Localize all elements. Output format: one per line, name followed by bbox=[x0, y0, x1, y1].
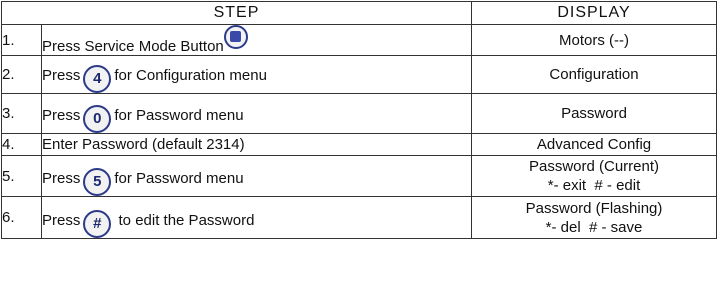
step-text: Press 5 for Password menu bbox=[40, 155, 473, 197]
step-text: Press 0 for Password menu bbox=[40, 93, 473, 134]
table-row: 2. Press 4 for Configuration menu Configur… bbox=[1, 55, 718, 94]
step-number: 5. bbox=[1, 155, 42, 197]
display-text: Advanced Config bbox=[471, 133, 718, 156]
step-text-post: to edit the Password bbox=[114, 212, 255, 229]
key-0-button-icon: 0 bbox=[83, 105, 112, 133]
key-4-button-icon: 4 bbox=[83, 65, 112, 93]
display-line: Configuration bbox=[549, 66, 639, 83]
display-line: Motors (--) bbox=[559, 31, 630, 49]
step-text-pre: Press bbox=[42, 107, 81, 124]
step-text: Enter Password (default 2314) bbox=[40, 133, 473, 156]
display-hint: *- del # - save bbox=[545, 218, 643, 236]
display-hint: *- exit # - edit bbox=[547, 177, 641, 194]
display-text: Motors (--) bbox=[471, 24, 718, 56]
key-5-button-icon: 5 bbox=[83, 168, 112, 196]
display-line: Advanced Config bbox=[536, 136, 652, 153]
step-number: 3. bbox=[1, 93, 42, 134]
display-text: Password (Flashing) *- del # - save bbox=[471, 196, 718, 239]
table-row: 4. Enter Password (default 2314) Advance… bbox=[1, 133, 718, 156]
instruction-table: STEP DISPLAY 1. Press Service Mode Butto… bbox=[0, 1, 718, 239]
display-header: DISPLAY bbox=[471, 1, 718, 25]
display-text: Configuration bbox=[471, 55, 718, 94]
step-text: Press 4 for Configuration menu bbox=[40, 55, 473, 94]
step-text-pre: Enter Password (default 2314) bbox=[42, 136, 245, 153]
service-mode-button-icon bbox=[223, 25, 248, 49]
step-text: Press # to edit the Password bbox=[40, 196, 473, 239]
step-number: 1. bbox=[1, 24, 42, 56]
table-row: 3. Press 0 for Password menu Password bbox=[1, 93, 718, 134]
table-row: 6. Press # to edit the Password Password … bbox=[1, 196, 718, 239]
display-text: Password (Current) *- exit # - edit bbox=[471, 155, 718, 197]
key-hash-button-icon: # bbox=[83, 210, 112, 238]
step-number: 4. bbox=[1, 133, 42, 156]
header-row: STEP DISPLAY bbox=[0, 1, 718, 25]
step-text-pre: Press bbox=[42, 67, 81, 84]
step-text-pre: Press bbox=[42, 170, 81, 187]
display-line: Password (Current) bbox=[528, 158, 660, 175]
step-number: 6. bbox=[1, 196, 42, 239]
display-line: Password bbox=[561, 105, 627, 122]
step-text-post: for Configuration menu bbox=[114, 67, 267, 84]
step-number: 2. bbox=[1, 55, 42, 94]
display-line: Password (Flashing) bbox=[525, 199, 663, 217]
step-text-post: for Password menu bbox=[114, 170, 244, 187]
step-text-pre: Press Service Mode Button bbox=[42, 38, 224, 55]
table-row: 5. Press 5 for Password menu Password (Cur… bbox=[1, 155, 718, 197]
display-text: Password bbox=[471, 93, 718, 134]
table-row: 1. Press Service Mode Button Motors (--) bbox=[1, 24, 718, 56]
step-text-pre: Press bbox=[42, 212, 81, 229]
step-text: Press Service Mode Button bbox=[40, 24, 473, 56]
step-text-post: for Password menu bbox=[114, 107, 244, 124]
step-header: STEP bbox=[0, 1, 473, 25]
